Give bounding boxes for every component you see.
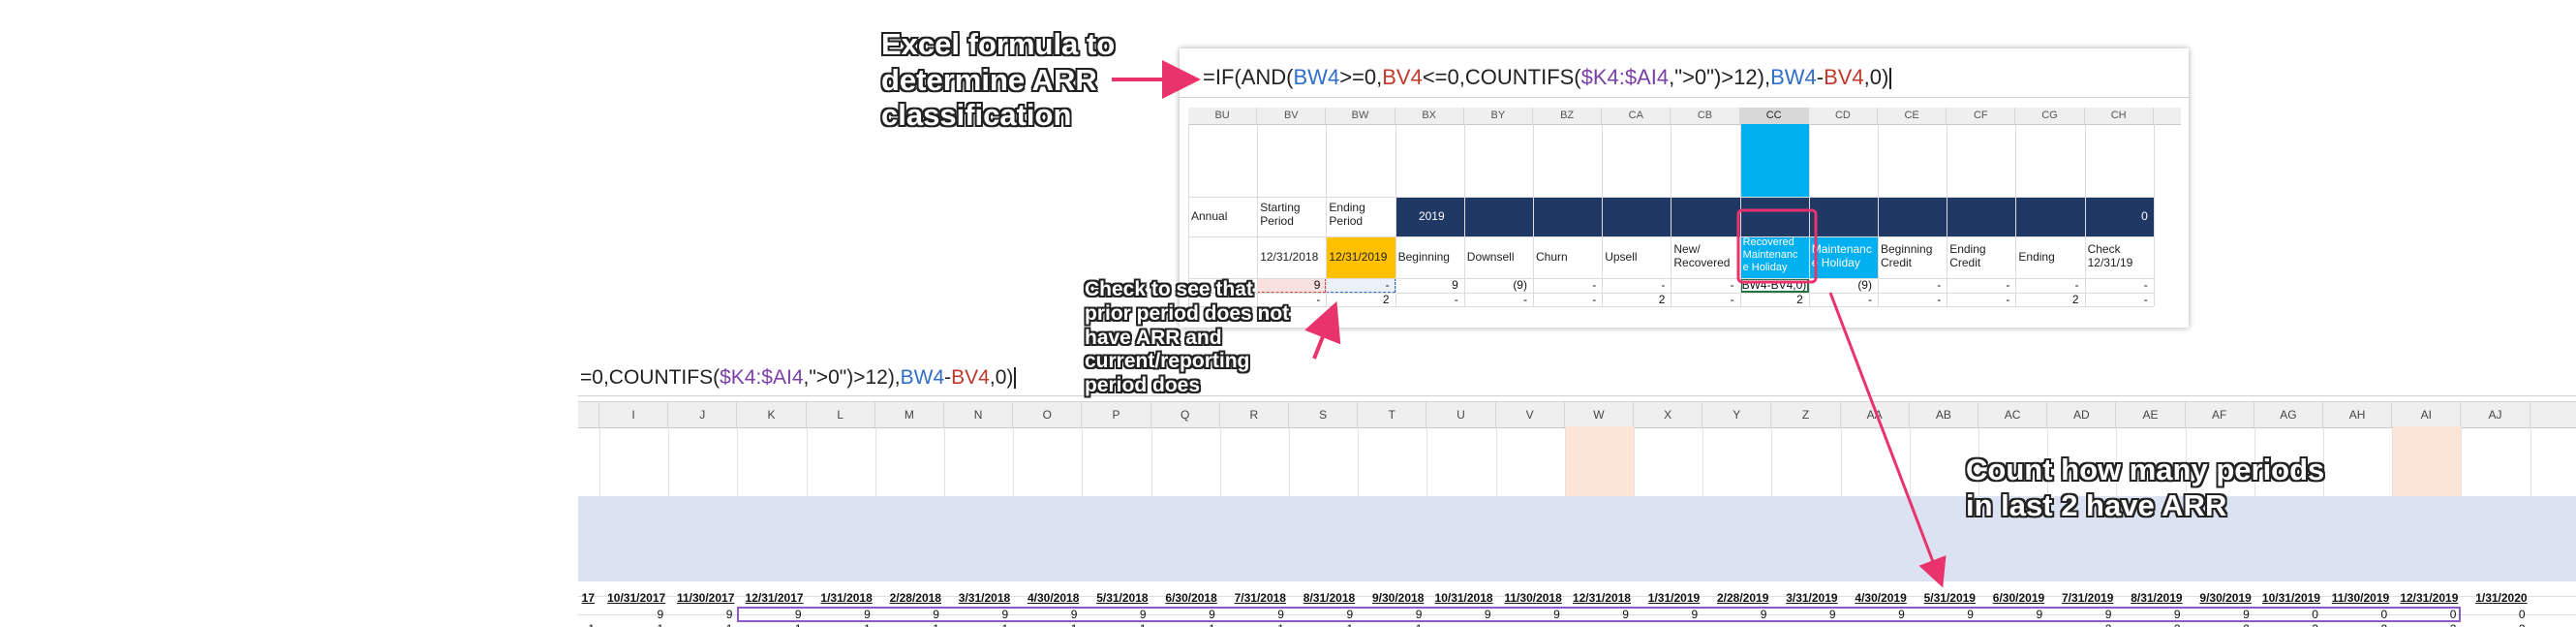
arrow-to-period-cells <box>1304 300 1341 360</box>
highlight-recovered-header <box>1736 208 1818 284</box>
arrow-to-lookback-range <box>1828 292 1947 588</box>
arrows-overlay <box>1112 60 1947 588</box>
